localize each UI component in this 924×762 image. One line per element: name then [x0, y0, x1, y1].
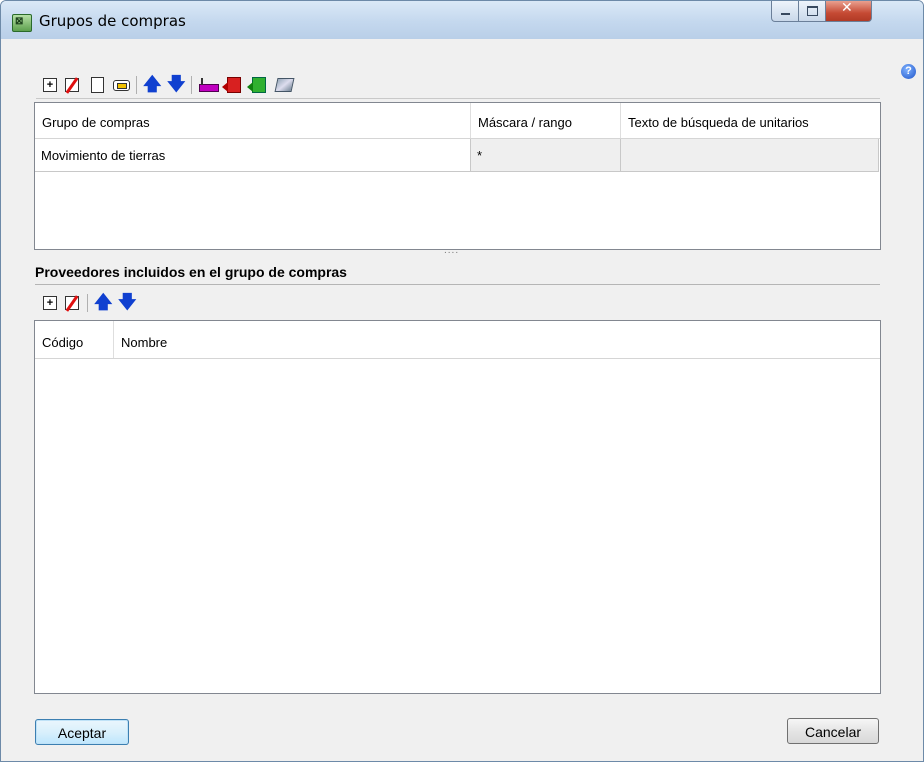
cell-grupo[interactable]: Movimiento de tierras: [35, 139, 471, 172]
splitter-handle[interactable]: ....: [444, 245, 459, 256]
supplier-move-up-button[interactable]: 🡅: [92, 292, 113, 313]
app-icon: ⊠: [12, 14, 32, 32]
add-supplier-button[interactable]: +: [40, 293, 60, 313]
suppliers-toolbar: + 🡅 🡇: [36, 290, 880, 316]
supplier-move-down-button[interactable]: 🡇: [116, 292, 137, 313]
accept-button[interactable]: Aceptar: [35, 719, 129, 745]
column-header-codigo[interactable]: Código: [35, 321, 114, 358]
groups-table[interactable]: Grupo de compras Máscara / rango Texto d…: [34, 102, 881, 250]
tool-button[interactable]: [274, 75, 295, 95]
move-down-button[interactable]: 🡇: [165, 74, 186, 95]
add-icon: +: [43, 78, 57, 92]
table-header: Código Nombre: [35, 321, 880, 359]
table-header: Grupo de compras Máscara / rango Texto d…: [35, 103, 880, 139]
export-red-icon: [222, 77, 241, 93]
minimize-icon: [781, 13, 790, 15]
column-header-texto[interactable]: Texto de búsqueda de unitarios: [621, 103, 880, 138]
dialog-window: ⊠ Grupos de compras ✕ ? + 🡅 🡇 Grupo de c…: [0, 0, 924, 762]
move-down-icon: 🡇: [118, 292, 137, 313]
section-divider: [35, 284, 880, 285]
add-group-button[interactable]: +: [40, 75, 60, 95]
toolbar-separator: [87, 294, 88, 312]
delete-icon: [65, 296, 79, 310]
delete-icon: [65, 78, 79, 92]
factory-button[interactable]: [198, 75, 219, 95]
cancel-button[interactable]: Cancelar: [787, 718, 879, 744]
move-down-icon: 🡇: [167, 74, 186, 95]
close-icon: ✕: [841, 0, 853, 16]
copy-group-button[interactable]: [87, 75, 107, 96]
window-title: Grupos de compras: [39, 12, 186, 30]
toolbar-separator: [191, 76, 192, 94]
tool-icon: [274, 78, 295, 92]
suppliers-table[interactable]: Código Nombre: [34, 320, 881, 694]
add-icon: +: [43, 296, 57, 310]
export-green-icon: [247, 77, 266, 93]
export-green-button[interactable]: [247, 75, 268, 95]
copy-icon: [88, 77, 104, 96]
export-red-button[interactable]: [222, 75, 243, 95]
move-up-button[interactable]: 🡅: [141, 74, 162, 95]
table-row[interactable]: Movimiento de tierras *: [35, 139, 880, 172]
maximize-icon: [807, 6, 818, 16]
maximize-button[interactable]: [798, 1, 827, 22]
column-header-grupo[interactable]: Grupo de compras: [35, 103, 471, 138]
title-bar[interactable]: ⊠ Grupos de compras ✕: [1, 1, 923, 39]
section-title: Proveedores incluidos en el grupo de com…: [35, 264, 347, 280]
column-header-mascara[interactable]: Máscara / rango: [471, 103, 621, 138]
print-button[interactable]: [111, 75, 131, 95]
toolbar-separator: [136, 76, 137, 94]
move-up-icon: 🡅: [143, 74, 162, 95]
cell-texto[interactable]: [621, 139, 879, 172]
print-icon: [113, 80, 130, 91]
help-icon[interactable]: ?: [901, 64, 916, 79]
factory-icon: [199, 78, 219, 92]
minimize-button[interactable]: [771, 1, 800, 22]
delete-group-button[interactable]: [63, 75, 83, 95]
move-up-icon: 🡅: [94, 292, 113, 313]
cell-mascara[interactable]: *: [471, 139, 621, 172]
groups-toolbar: + 🡅 🡇: [36, 72, 880, 99]
close-button[interactable]: ✕: [825, 1, 872, 22]
column-header-nombre[interactable]: Nombre: [114, 321, 880, 358]
delete-supplier-button[interactable]: [63, 293, 83, 313]
